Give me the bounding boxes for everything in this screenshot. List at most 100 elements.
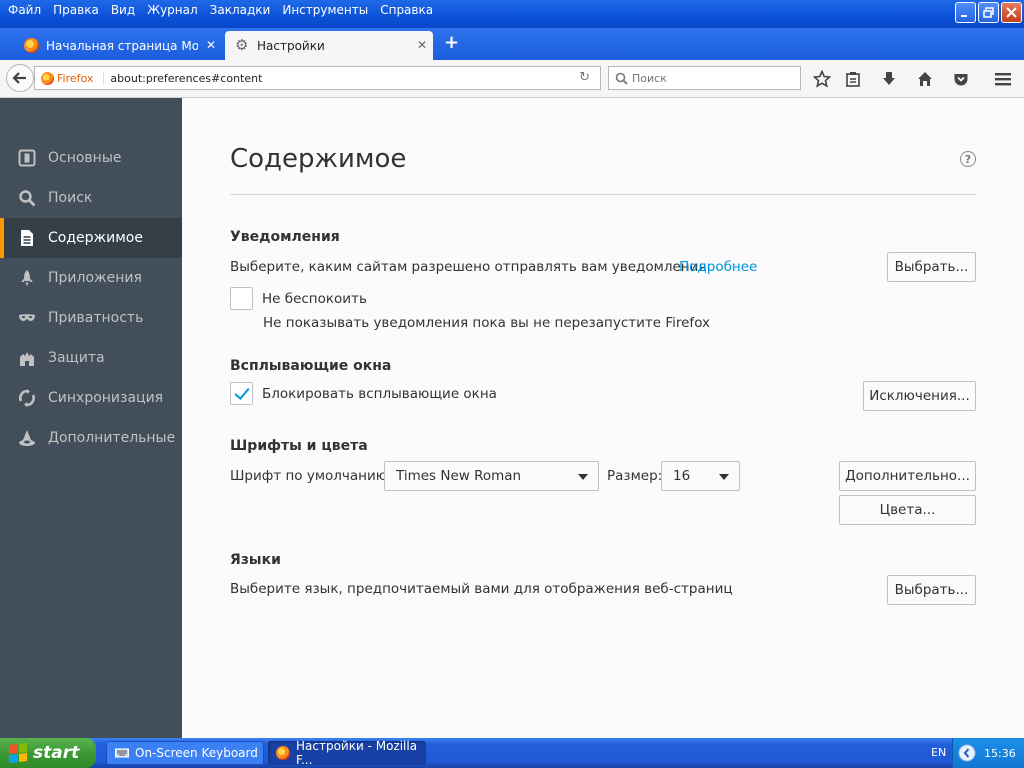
- minimize-button[interactable]: [955, 2, 976, 23]
- menu-file[interactable]: Файл: [2, 2, 47, 18]
- search-input[interactable]: [632, 71, 792, 85]
- do-not-disturb-checkbox[interactable]: [230, 287, 253, 310]
- star-icon: [813, 70, 831, 88]
- sync-icon: [17, 388, 37, 408]
- notifications-choose-button[interactable]: Выбрать...: [887, 252, 976, 282]
- sidebar-item-label: Поиск: [48, 190, 93, 206]
- sidebar-item-search[interactable]: Поиск: [0, 178, 182, 218]
- sidebar-item-sync[interactable]: Синхронизация: [0, 378, 182, 418]
- menu-bar: Файл Правка Вид Журнал Закладки Инструме…: [2, 2, 439, 18]
- content-icon: [17, 228, 37, 248]
- close-icon: [1006, 7, 1017, 18]
- colors-button[interactable]: Цвета...: [839, 495, 976, 525]
- pocket-button[interactable]: [950, 68, 972, 90]
- sidebar-item-label: Защита: [48, 350, 105, 366]
- url-bar[interactable]: Firefox about:preferences#content ↻: [34, 66, 601, 90]
- url-text[interactable]: about:preferences#content: [103, 71, 262, 85]
- firefox-icon: [276, 746, 290, 760]
- menu-view[interactable]: Вид: [105, 2, 141, 18]
- home-icon: [918, 72, 932, 86]
- security-icon: [17, 348, 37, 368]
- help-icon[interactable]: ?: [960, 151, 976, 167]
- language-indicator[interactable]: EN: [931, 746, 946, 759]
- tab-close-icon[interactable]: ✕: [417, 38, 427, 52]
- restore-button[interactable]: [978, 2, 999, 23]
- font-size-label: Размер:: [607, 468, 663, 484]
- sidebar-item-applications[interactable]: Приложения: [0, 258, 182, 298]
- notifications-learn-more-link[interactable]: Подробнее: [679, 259, 757, 275]
- menu-history[interactable]: Журнал: [141, 2, 204, 18]
- sidebar-item-privacy[interactable]: Приватность: [0, 298, 182, 338]
- menu-edit[interactable]: Правка: [47, 2, 105, 18]
- minimize-icon: [961, 15, 967, 17]
- back-arrow-icon: [12, 72, 26, 84]
- start-button[interactable]: start: [0, 738, 96, 768]
- sidebar-item-security[interactable]: Защита: [0, 338, 182, 378]
- chevron-down-icon: [719, 474, 729, 480]
- open-menu-button[interactable]: [992, 68, 1014, 90]
- privacy-icon: [17, 308, 37, 328]
- sidebar-item-advanced[interactable]: Дополнительные: [0, 418, 182, 458]
- firefox-icon: [24, 38, 39, 53]
- tab-close-icon[interactable]: ✕: [206, 38, 216, 52]
- identity-box[interactable]: Firefox: [41, 71, 93, 85]
- menu-bookmarks[interactable]: Закладки: [204, 2, 277, 18]
- hamburger-menu-icon: [995, 73, 1011, 86]
- firefox-icon: [41, 71, 54, 85]
- search-icon: [615, 72, 628, 85]
- sidebar-item-label: Основные: [48, 150, 122, 166]
- pocket-icon: [954, 74, 968, 86]
- fonts-heading: Шрифты и цвета: [230, 438, 368, 454]
- back-button[interactable]: [6, 64, 34, 92]
- sidebar-item-general[interactable]: Основные: [0, 138, 182, 178]
- preferences-sidebar: Основные Поиск Содержимое Приложения При…: [0, 98, 182, 738]
- popups-exceptions-button[interactable]: Исключения...: [863, 381, 976, 411]
- start-label: start: [33, 743, 80, 763]
- do-not-disturb-label: Не беспокоить: [262, 291, 367, 307]
- default-font-label: Шрифт по умолчанию:: [230, 468, 392, 484]
- close-window-button[interactable]: [1001, 2, 1022, 23]
- taskbar-item-onscreen-keyboard[interactable]: On-Screen Keyboard: [106, 741, 264, 765]
- tab-settings[interactable]: ⚙ Настройки ✕: [225, 31, 433, 60]
- menu-help[interactable]: Справка: [374, 2, 439, 18]
- tab-mozilla-start[interactable]: Начальная страница Mozilla ... ✕: [14, 31, 222, 60]
- home-button[interactable]: [914, 68, 936, 90]
- downloads-button[interactable]: [878, 68, 900, 90]
- reload-icon[interactable]: ↻: [579, 70, 590, 85]
- bookmark-star-button[interactable]: [811, 68, 833, 90]
- block-popups-label: Блокировать всплывающие окна: [262, 386, 497, 402]
- tray-chevron-icon[interactable]: [958, 744, 976, 762]
- font-size-dropdown[interactable]: 16: [661, 461, 740, 491]
- search-icon: [17, 188, 37, 208]
- preferences-content: Содержимое ? Уведомления Выберите, каким…: [182, 98, 1024, 738]
- menu-tools[interactable]: Инструменты: [276, 2, 374, 18]
- languages-choose-button[interactable]: Выбрать...: [887, 575, 976, 605]
- block-popups-checkbox[interactable]: [230, 382, 253, 405]
- taskbar: start On-Screen Keyboard Настройки - Moz…: [0, 738, 1024, 768]
- download-arrow-icon: [883, 72, 895, 85]
- advanced-icon: [17, 428, 37, 448]
- taskbar-item-firefox[interactable]: Настройки - Mozilla F...: [268, 739, 426, 767]
- tab-title: Настройки: [257, 38, 325, 53]
- sidebar-item-label: Содержимое: [48, 230, 143, 246]
- search-bar[interactable]: [608, 66, 801, 90]
- gear-icon: ⚙: [235, 36, 249, 54]
- notifications-heading: Уведомления: [230, 229, 340, 245]
- tab-title: Начальная страница Mozilla ...: [46, 38, 198, 53]
- page-title: Содержимое: [230, 144, 407, 174]
- window-title-bar: Файл Правка Вид Журнал Закладки Инструме…: [0, 0, 1024, 30]
- do-not-disturb-note: Не показывать уведомления пока вы не пер…: [263, 315, 711, 331]
- applications-icon: [17, 268, 37, 288]
- restore-icon: [983, 7, 994, 18]
- sidebar-item-content[interactable]: Содержимое: [0, 218, 182, 258]
- default-font-dropdown[interactable]: Times New Roman: [384, 461, 599, 491]
- windows-logo-icon: [9, 743, 27, 763]
- new-tab-button[interactable]: +: [444, 32, 459, 53]
- bookmarks-menu-button[interactable]: [842, 68, 864, 90]
- popups-heading: Всплывающие окна: [230, 358, 392, 374]
- fonts-advanced-button[interactable]: Дополнительно...: [839, 461, 976, 491]
- chevron-down-icon: [578, 474, 588, 480]
- tab-strip: Начальная страница Mozilla ... ✕ ⚙ Настр…: [0, 28, 1024, 60]
- font-size-value: 16: [673, 468, 691, 484]
- languages-heading: Языки: [230, 552, 281, 568]
